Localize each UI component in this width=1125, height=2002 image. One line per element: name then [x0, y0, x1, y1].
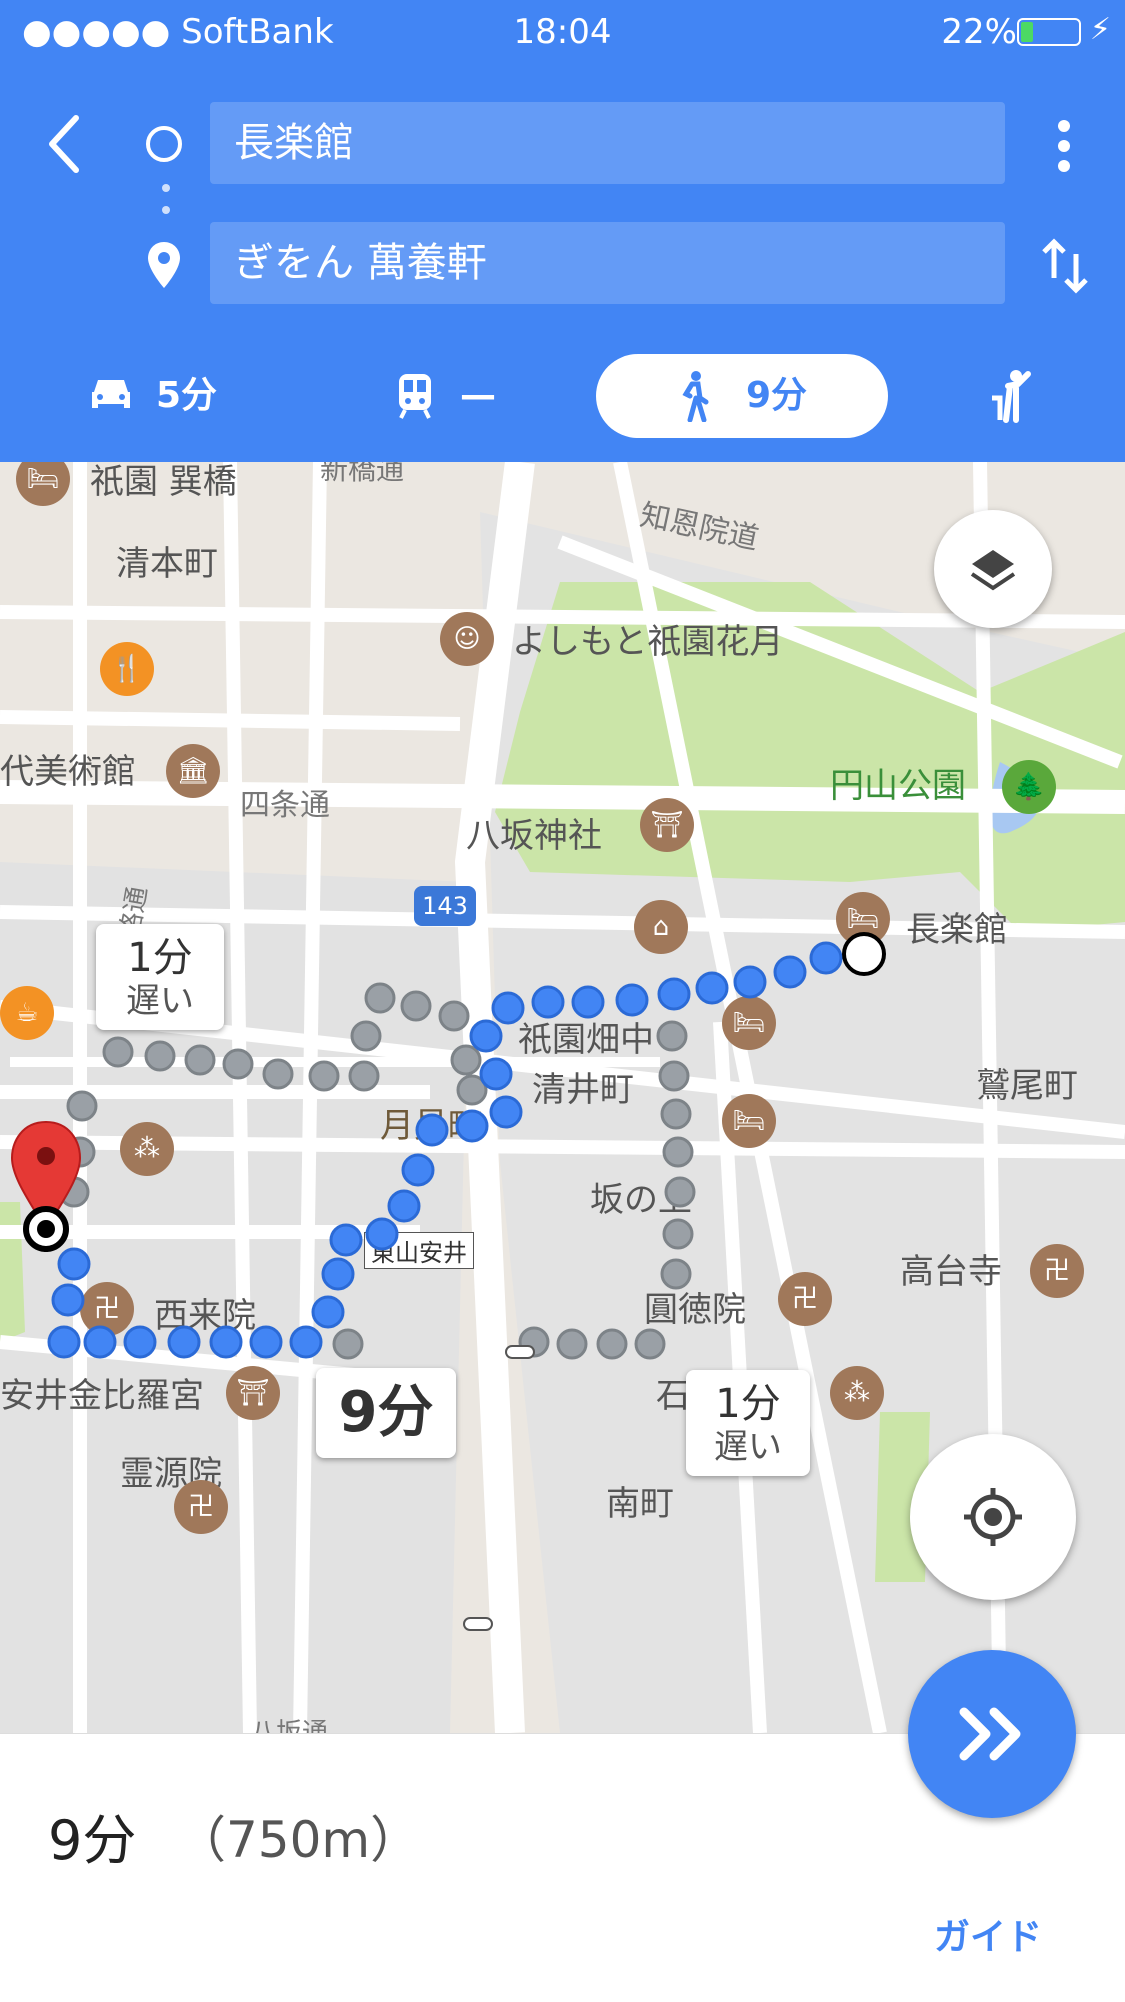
layers-button[interactable]	[934, 510, 1052, 628]
transit-time: —	[460, 375, 496, 416]
my-location-button[interactable]	[910, 1434, 1076, 1600]
start-navigation-button[interactable]	[908, 1650, 1076, 1818]
traffic-light-icon	[505, 1345, 535, 1359]
tab-transit[interactable]: —	[396, 354, 516, 438]
alternate-route-dots[interactable]	[58, 982, 696, 1360]
alt-route-callout[interactable]: 1分 遅い	[96, 924, 224, 1030]
crosshair-icon	[964, 1488, 1022, 1546]
origin-circle-icon	[146, 126, 182, 162]
swap-icon[interactable]	[1042, 238, 1088, 294]
back-icon[interactable]	[44, 112, 84, 176]
car-icon	[92, 380, 130, 408]
rideshare-icon	[992, 370, 1031, 423]
destination-pin-icon	[148, 242, 180, 288]
guide-link[interactable]: ガイド	[934, 1908, 1042, 1960]
double-chevron-right-icon	[959, 1707, 1021, 1761]
tab-walk[interactable]: 9分	[596, 354, 888, 438]
status-bar: ●●●●● SoftBank 18:04 22% ⚡	[0, 0, 1125, 64]
alt-route-time: 1分	[715, 1381, 781, 1427]
map-view[interactable]: 祇園 巽橋 新橋通 知恩院道 清本町 よしもと祇園花月 代美術館 四条通 円山公…	[0, 462, 1125, 1733]
battery-level	[1021, 22, 1033, 42]
tab-rideshare[interactable]	[984, 354, 1044, 438]
tab-drive[interactable]: 5分	[86, 354, 246, 438]
train-icon	[399, 374, 431, 419]
traffic-light-icon	[463, 1617, 493, 1631]
route-duration: 9分	[48, 1809, 137, 1872]
battery-icon	[1017, 18, 1081, 46]
more-options-icon[interactable]	[1052, 118, 1076, 174]
origin-input[interactable]: 長楽館	[210, 102, 1005, 184]
walk-time: 9分	[746, 375, 808, 416]
charging-icon: ⚡	[1089, 12, 1111, 47]
selected-route-time: 9分	[338, 1380, 434, 1445]
alt-route-callout[interactable]: 1分 遅い	[686, 1370, 810, 1476]
layers-icon	[970, 550, 1016, 591]
route-dots-icon	[162, 184, 170, 214]
drive-time: 5分	[156, 375, 218, 416]
selected-route-callout[interactable]: 9分	[316, 1368, 456, 1458]
battery-percent: 22%	[941, 12, 1017, 52]
walk-icon	[682, 371, 709, 422]
route-distance: （750m）	[176, 1811, 421, 1869]
travel-mode-tabs: 5分 — 9分	[0, 354, 1125, 438]
destination-pin-icon[interactable]	[10, 1120, 82, 1252]
alt-route-note: 遅い	[126, 981, 194, 1021]
destination-input[interactable]: ぎをん 萬養軒	[210, 222, 1005, 304]
alt-route-time: 1分	[127, 935, 193, 981]
directions-header: ●●●●● SoftBank 18:04 22% ⚡ 長楽館 ぎをん 萬養軒 5…	[0, 0, 1125, 462]
origin-marker-icon[interactable]	[842, 932, 886, 976]
alt-route-note: 遅い	[714, 1427, 782, 1467]
